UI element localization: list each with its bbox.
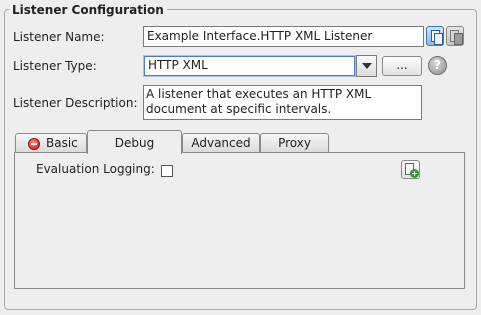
evaluation-logging-label: Evaluation Logging: — [36, 162, 155, 176]
listener-type-label: Listener Type: — [13, 59, 97, 73]
section-title: Listener Configuration — [9, 2, 167, 18]
tab-basic-label: Basic — [46, 136, 78, 150]
listener-description-label: Listener Description: — [13, 96, 138, 110]
debug-tab-panel: Evaluation Logging: — [14, 152, 465, 289]
help-icon[interactable]: ? — [428, 56, 447, 75]
listener-description-field[interactable]: A listener that executes an HTTP XML doc… — [143, 85, 422, 120]
listener-type-select[interactable]: HTTP XML — [143, 55, 356, 77]
error-icon — [28, 138, 40, 150]
add-document-icon[interactable] — [401, 160, 420, 179]
tab-advanced[interactable]: Advanced — [182, 133, 260, 153]
copy-icon[interactable] — [426, 26, 444, 46]
listener-name-label: Listener Name: — [13, 30, 105, 44]
browse-type-button[interactable]: ... — [382, 56, 422, 76]
listener-name-field[interactable]: Example Interface.HTTP XML Listener — [143, 26, 424, 47]
tab-basic[interactable]: Basic — [15, 133, 87, 153]
tab-debug[interactable]: Debug — [87, 130, 182, 154]
tab-proxy[interactable]: Proxy — [260, 133, 329, 153]
evaluation-logging-checkbox[interactable] — [161, 165, 173, 177]
chevron-down-icon[interactable] — [356, 55, 377, 77]
paste-icon[interactable] — [446, 26, 464, 46]
plus-badge — [410, 169, 419, 178]
